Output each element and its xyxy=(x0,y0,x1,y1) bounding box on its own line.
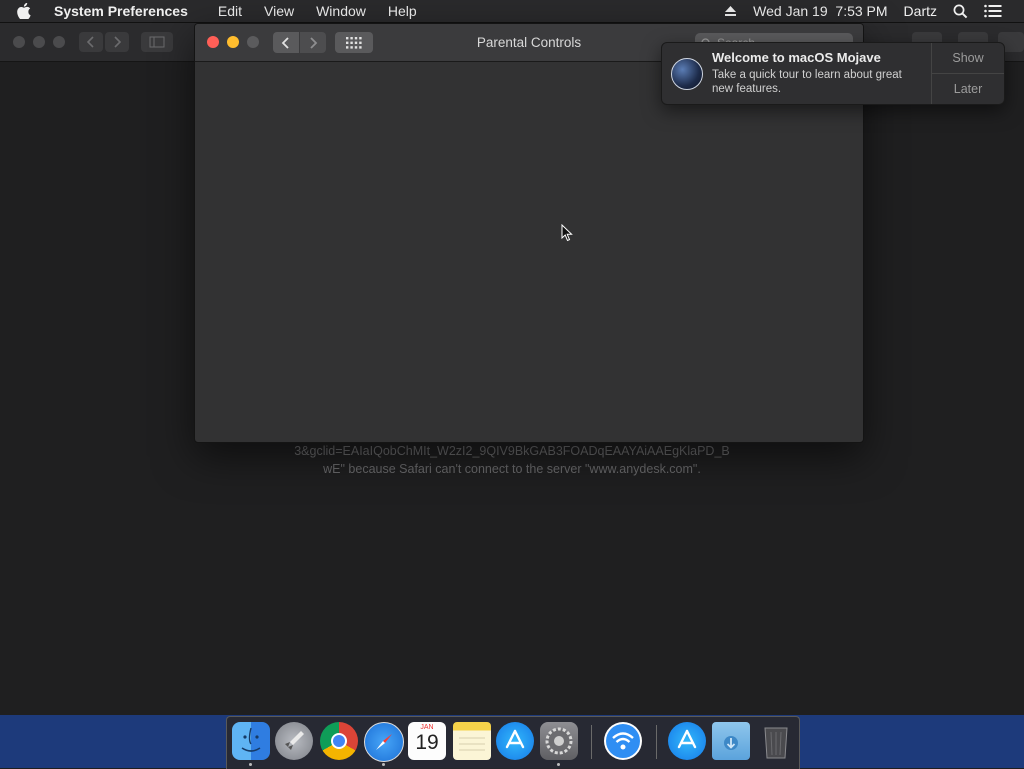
dock-separator xyxy=(591,725,592,759)
safari-icon[interactable] xyxy=(364,722,404,762)
chrome-icon[interactable] xyxy=(320,722,358,760)
launchpad-icon[interactable] xyxy=(275,722,313,760)
menu-edit[interactable]: Edit xyxy=(218,3,242,19)
macos-mojave-icon xyxy=(671,58,703,90)
dock-separator-2 xyxy=(656,725,657,759)
finder-icon[interactable] xyxy=(232,722,270,760)
notification-title: Welcome to macOS Mojave xyxy=(712,50,881,65)
preference-pane-content xyxy=(195,62,863,442)
notes-icon[interactable] xyxy=(453,722,491,760)
app-store-icon[interactable] xyxy=(496,722,534,760)
menu-view[interactable]: View xyxy=(264,3,294,19)
downloads-folder-icon[interactable] xyxy=(712,722,750,760)
wifi-diagnostics-icon[interactable] xyxy=(604,722,642,760)
back-button[interactable] xyxy=(273,32,299,53)
mouse-cursor-icon xyxy=(561,223,573,247)
later-button[interactable]: Later xyxy=(932,74,1004,104)
menubar-user[interactable]: Dartz xyxy=(904,3,937,19)
notification-banner[interactable]: Welcome to macOS Mojave Take a quick tou… xyxy=(661,42,1005,105)
notification-center-icon[interactable] xyxy=(984,4,1002,18)
notification-actions: Show Later xyxy=(931,43,1004,104)
zoom-button[interactable] xyxy=(247,36,259,48)
calendar-month: JAN xyxy=(420,724,434,731)
minimize-button[interactable] xyxy=(227,36,239,48)
calendar-icon[interactable]: JAN 19 xyxy=(408,722,446,760)
system-preferences-icon[interactable] xyxy=(540,722,578,760)
spotlight-search-icon[interactable] xyxy=(953,4,968,19)
error-message-line2: wE" because Safari can't connect to the … xyxy=(323,462,701,476)
dock: JAN 19 xyxy=(226,716,800,769)
app-store-downloads-icon[interactable] xyxy=(668,722,706,760)
safari-close-button[interactable] xyxy=(13,36,25,48)
show-button[interactable]: Show xyxy=(932,43,1004,74)
finder-running-indicator xyxy=(249,763,252,766)
menu-app-name[interactable]: System Preferences xyxy=(54,3,188,19)
menu-window[interactable]: Window xyxy=(316,3,366,19)
safari-running-indicator xyxy=(382,763,385,766)
show-all-grid-icon[interactable] xyxy=(335,32,373,53)
sidebar-toggle-icon[interactable] xyxy=(141,32,173,52)
close-button[interactable] xyxy=(207,36,219,48)
safari-forward-button[interactable] xyxy=(105,32,129,52)
safari-zoom-button[interactable] xyxy=(53,36,65,48)
menubar-clock[interactable]: Wed Jan 19 7:53 PM xyxy=(753,3,887,19)
menu-bar: System Preferences Edit View Window Help… xyxy=(0,0,1024,23)
apple-menu-icon[interactable] xyxy=(17,3,37,19)
calendar-day: 19 xyxy=(415,731,439,754)
notification-body: Take a quick tour to learn about great n… xyxy=(712,69,902,95)
system-preferences-running-indicator xyxy=(557,763,560,766)
eject-icon[interactable] xyxy=(724,5,737,17)
forward-button[interactable] xyxy=(300,32,326,53)
error-message-line1: 3&gclid=EAIaIQobChMIt_W2zI2_9QIV9BkGAB3F… xyxy=(294,444,730,458)
menu-help[interactable]: Help xyxy=(388,3,417,19)
safari-minimize-button[interactable] xyxy=(33,36,45,48)
safari-back-button[interactable] xyxy=(79,32,103,52)
trash-icon[interactable] xyxy=(757,722,795,760)
